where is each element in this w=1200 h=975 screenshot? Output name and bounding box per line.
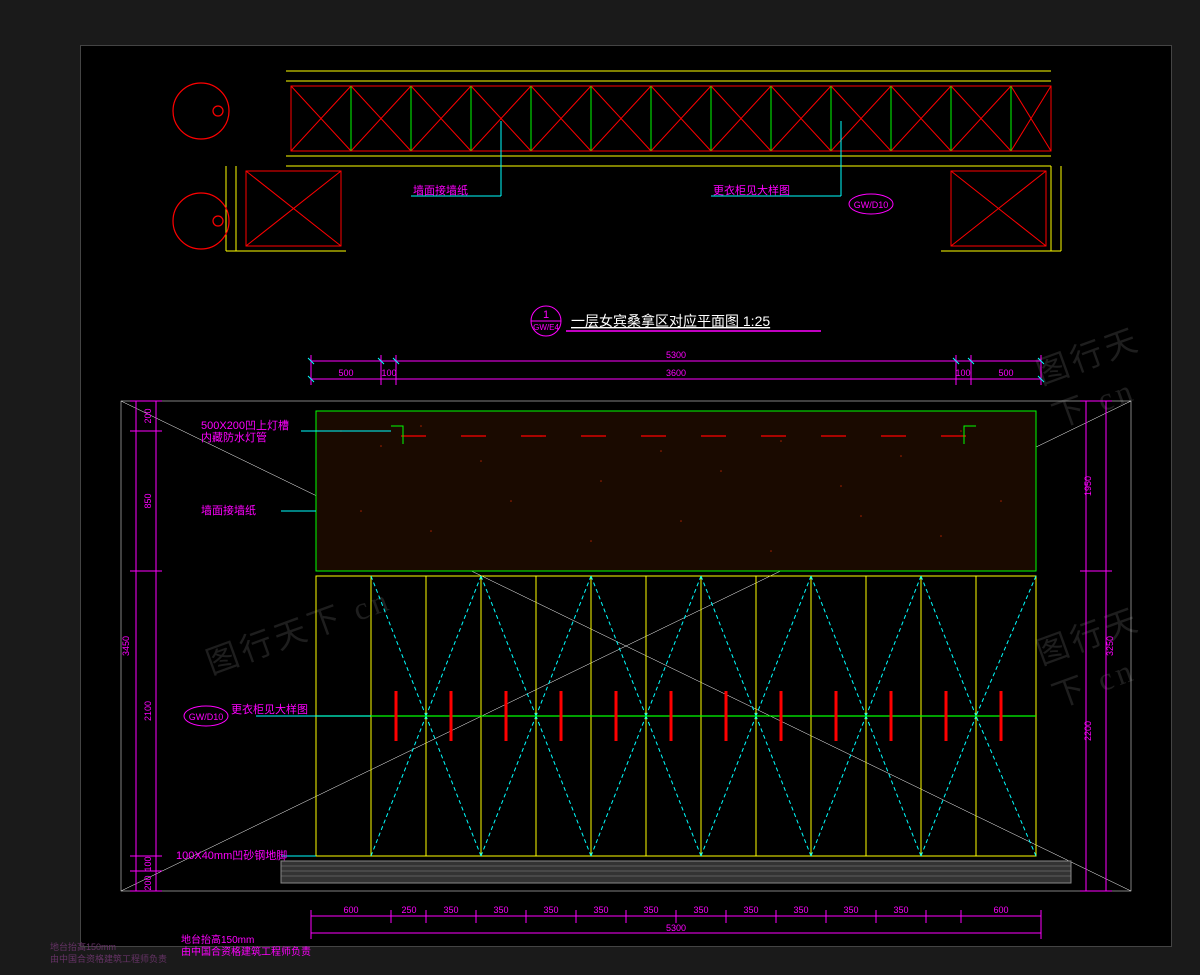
- svg-text:3600: 3600: [666, 368, 686, 378]
- svg-text:350: 350: [743, 905, 758, 915]
- svg-text:600: 600: [993, 905, 1008, 915]
- elev-locker-tag: GW/D10: [184, 706, 228, 726]
- svg-text:100: 100: [143, 856, 153, 871]
- svg-text:350: 350: [443, 905, 458, 915]
- svg-text:350: 350: [493, 905, 508, 915]
- svg-text:GW/D10: GW/D10: [854, 200, 889, 210]
- svg-text:1950: 1950: [1083, 476, 1093, 496]
- plan-locker-tag: GW/D10: [849, 194, 893, 214]
- svg-text:1: 1: [543, 309, 549, 321]
- title-row: 1 GW/E4 一层女宾桑拿区对应平面图 1:25: [81, 301, 1171, 341]
- svg-text:3250: 3250: [1105, 636, 1115, 656]
- svg-text:200: 200: [143, 875, 153, 890]
- plan-view: 墙面接墙纸 更衣柜见大样图 GW/D10: [81, 46, 1171, 306]
- svg-text:100: 100: [955, 368, 970, 378]
- svg-text:350: 350: [643, 905, 658, 915]
- elev-locker-label: 更衣柜见大样图: [231, 702, 308, 716]
- light-trough-label: 500X200凹上灯槽内藏防水灯管: [201, 419, 289, 444]
- plan-locker-label: 更衣柜见大样图: [713, 183, 790, 197]
- svg-text:GW/E4: GW/E4: [533, 323, 559, 332]
- plan-wallpaper-label: 墙面接墙纸: [413, 183, 468, 197]
- svg-text:250: 250: [401, 905, 416, 915]
- svg-text:2200: 2200: [1083, 721, 1093, 741]
- svg-text:500: 500: [338, 368, 353, 378]
- svg-text:5300: 5300: [666, 350, 686, 360]
- elevation-view: 500X200凹上灯槽内藏防水灯管 墙面接墙纸 GW/D10 更衣柜见大样图 1…: [81, 391, 1171, 931]
- skirting-label: 100X40mm凹砂钢地脚: [176, 848, 287, 862]
- title-bubble: 1 GW/E4: [531, 306, 561, 336]
- svg-text:350: 350: [843, 905, 858, 915]
- svg-text:350: 350: [893, 905, 908, 915]
- cad-canvas: 图行天下 cn 图行天下 cn 图行天下 cn: [0, 0, 1200, 975]
- svg-text:350: 350: [543, 905, 558, 915]
- svg-text:350: 350: [793, 905, 808, 915]
- svg-text:850: 850: [143, 493, 153, 508]
- svg-text:500: 500: [998, 368, 1013, 378]
- svg-text:100: 100: [381, 368, 396, 378]
- svg-text:3450: 3450: [121, 636, 131, 656]
- drawing-title: 一层女宾桑拿区对应平面图 1:25: [571, 313, 770, 329]
- svg-text:350: 350: [593, 905, 608, 915]
- ghost-footer: 地台抬高150mm由中国合资格建筑工程师负责: [40, 935, 390, 975]
- wallpaper-label: 墙面接墙纸: [201, 503, 256, 517]
- drawing-frame: 图行天下 cn 图行天下 cn 图行天下 cn: [80, 45, 1172, 947]
- svg-text:GW/D10: GW/D10: [189, 712, 224, 722]
- svg-text:200: 200: [143, 408, 153, 423]
- svg-text:350: 350: [693, 905, 708, 915]
- svg-text:地台抬高150mm由中国合资格建筑工程师负责: 地台抬高150mm由中国合资格建筑工程师负责: [50, 941, 167, 964]
- svg-text:600: 600: [343, 905, 358, 915]
- svg-text:5300: 5300: [666, 923, 686, 933]
- svg-text:2100: 2100: [143, 701, 153, 721]
